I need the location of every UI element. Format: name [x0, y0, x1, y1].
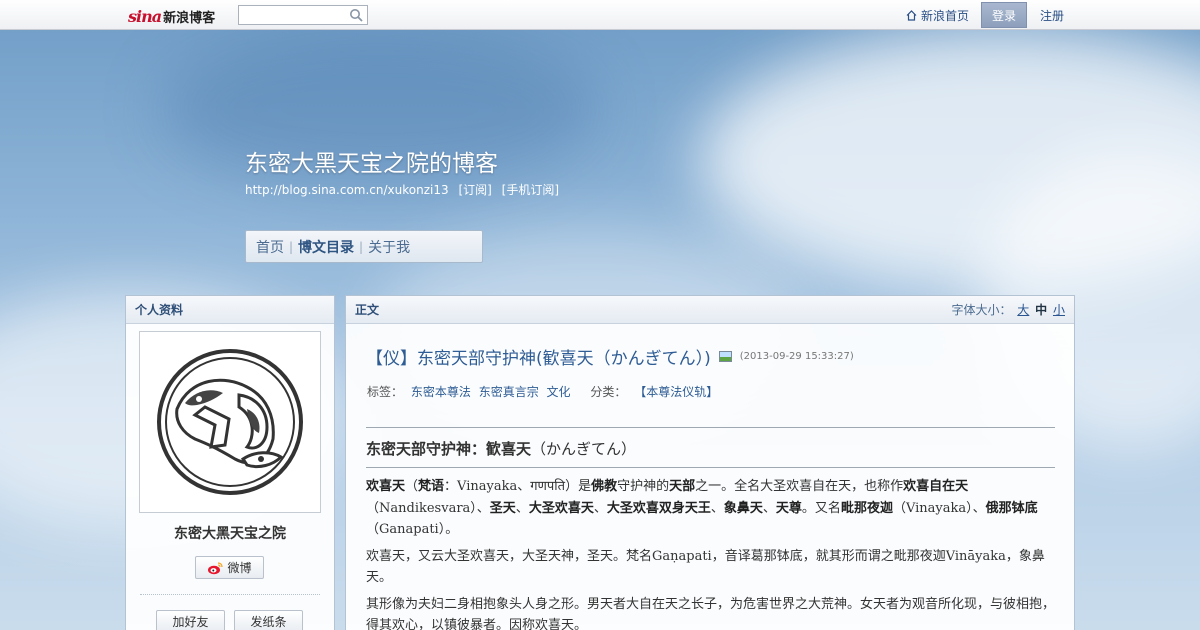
paragraph: 欢喜天，又云大圣欢喜天，大圣天神，圣天。梵名Gaṇapati，音译葛那钵底，就其… — [366, 548, 1045, 586]
font-size-label: 字体大小： — [951, 303, 1012, 317]
profile-divider — [140, 594, 320, 595]
nav-about[interactable]: 关于我 — [368, 237, 410, 257]
blog-url-line: http://blog.sina.com.cn/xukonzi13 [订阅] [… — [245, 181, 565, 198]
article-title[interactable]: 【仪】东密天部守护神(歓喜天（かんぎてん）) — [366, 344, 711, 369]
home-link-label: 新浪首页 — [920, 8, 969, 23]
nav-home[interactable]: 首页 — [256, 237, 284, 257]
tag-link[interactable]: 东密本尊法 — [411, 385, 471, 399]
blog-title[interactable]: 东密大黑天宝之院的博客 — [245, 144, 498, 178]
weibo-icon — [208, 561, 224, 574]
section-heading-rest: （かんぎてん） — [531, 440, 637, 458]
sina-logo-mark: sina — [128, 7, 162, 26]
paragraph: 欢喜天（梵语：Vinayaka、गणपति）是佛教守护神的天部之一。全名大圣欢喜… — [366, 479, 1038, 537]
blog-nav: 首页 | 博文目录 | 关于我 — [245, 230, 483, 263]
subscribe-link[interactable]: [订阅] — [458, 183, 491, 197]
nav-separator: | — [289, 239, 294, 254]
tag-link[interactable]: 文化 — [547, 385, 571, 399]
home-icon — [906, 9, 917, 21]
font-size-small[interactable]: 小 — [1053, 303, 1065, 317]
crest-icon — [157, 349, 303, 495]
search-icon[interactable] — [349, 8, 363, 22]
content-divider — [366, 427, 1055, 428]
profile-name[interactable]: 东密大黑天宝之院 — [126, 523, 334, 543]
weibo-button[interactable]: 微博 — [195, 556, 264, 579]
article-panel: 正文 字体大小： 大 中 小 【仪】东密天部守护神(歓喜天（かんぎてん）) (2… — [345, 295, 1075, 630]
paragraph: 其形像为夫妇二身相抱象头人身之形。男天者大自在天之长子，为危害世界之大荒神。女天… — [366, 596, 1056, 630]
section-heading: 东密天部守护神：歓喜天（かんぎてん） — [366, 438, 636, 459]
article-body: 欢喜天（梵语：Vinayaka、गणपति）是佛教守护神的天部之一。全名大圣欢喜… — [366, 476, 1058, 630]
profile-panel: 个人资料 东密大黑天宝之院 微博 加好友 发纸条 — [125, 295, 335, 630]
send-note-button[interactable]: 发纸条 — [234, 610, 303, 630]
font-size-medium[interactable]: 中 — [1035, 303, 1047, 317]
profile-heading: 个人资料 — [126, 296, 334, 324]
sina-home-link[interactable]: 新浪首页 — [894, 0, 981, 30]
category-link[interactable]: 【本尊法仪轨】 — [634, 385, 718, 399]
category-label: 分类： — [590, 385, 627, 399]
content-divider — [366, 467, 1055, 468]
top-bar: sina 新浪博客 新浪首页 登录 注册 — [0, 0, 1200, 30]
logo-text: 新浪博客 — [163, 11, 216, 26]
sina-blog-logo[interactable]: sina 新浪博客 — [128, 4, 215, 26]
top-links: 新浪首页 登录 注册 — [894, 0, 1200, 30]
nav-separator: | — [359, 239, 364, 254]
font-size-control: 字体大小： 大 中 小 — [951, 301, 1065, 318]
mobile-subscribe-link[interactable]: [手机订阅] — [502, 183, 559, 197]
tag-link[interactable]: 东密真言宗 — [479, 385, 539, 399]
search-input[interactable] — [238, 5, 368, 25]
add-friend-button[interactable]: 加好友 — [156, 610, 225, 630]
section-heading-bold: 东密天部守护神：歓喜天 — [366, 440, 532, 458]
blog-url[interactable]: http://blog.sina.com.cn/xukonzi13 — [245, 183, 449, 197]
tags-row: 标签： 东密本尊法 东密真言宗 文化 分类： 【本尊法仪轨】 — [367, 383, 718, 400]
article-panel-head: 正文 字体大小： 大 中 小 — [346, 296, 1074, 324]
image-icon — [718, 351, 732, 362]
avatar[interactable] — [139, 331, 321, 513]
post-time: (2013-09-29 15:33:27) — [739, 351, 854, 362]
weibo-label: 微博 — [227, 561, 252, 575]
font-size-large[interactable]: 大 — [1017, 303, 1029, 317]
register-link[interactable]: 注册 — [1027, 0, 1088, 30]
login-button[interactable]: 登录 — [980, 2, 1027, 28]
article-title-row: 【仪】东密天部守护神(歓喜天（かんぎてん）) (2013-09-29 15:33… — [366, 344, 854, 369]
tags-label: 标签： — [367, 385, 404, 399]
article-heading: 正文 — [355, 303, 380, 317]
nav-article-list[interactable]: 博文目录 — [298, 237, 354, 257]
